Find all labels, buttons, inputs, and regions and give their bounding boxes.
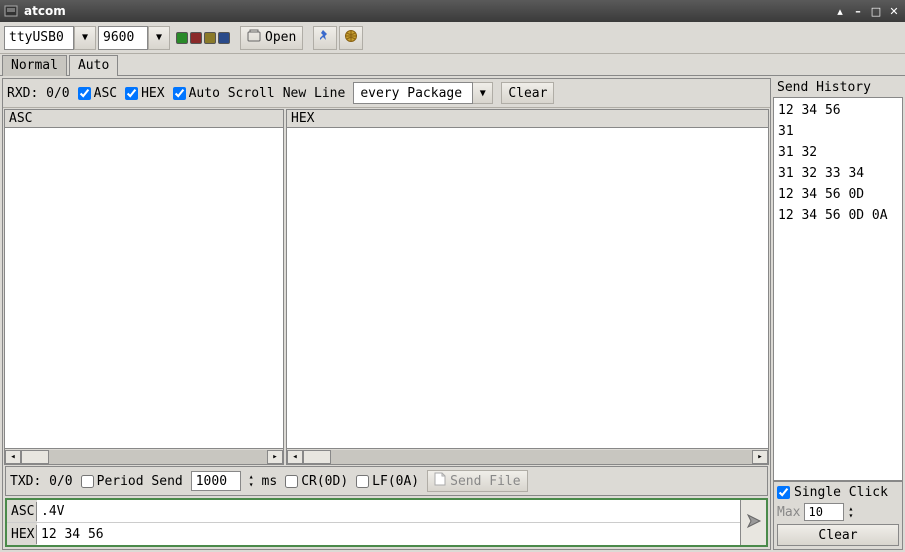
period-ms-input[interactable] [191, 471, 241, 491]
led-green [176, 32, 188, 44]
led-blue [218, 32, 230, 44]
app-icon [4, 4, 18, 18]
clear-history-button[interactable]: Clear [777, 524, 899, 546]
max-label: Max [777, 505, 800, 520]
history-item[interactable]: 31 [776, 121, 900, 142]
txd-counter: TXD: 0/0 [10, 474, 73, 489]
tab-bar: Normal Auto [0, 54, 905, 76]
history-item[interactable]: 12 34 56 0D 0A [776, 205, 900, 226]
send-hex-label: HEX [7, 525, 37, 544]
port-combo[interactable]: ▼ [4, 26, 96, 50]
single-click-checkbox[interactable]: Single Click [777, 485, 899, 500]
hex-checkbox-label: HEX [141, 86, 164, 101]
led-red [190, 32, 202, 44]
spinner-down-icon[interactable]: ▾ [249, 481, 254, 489]
newline-select[interactable]: every Package ▼ [353, 82, 493, 104]
close-button[interactable]: ✕ [887, 4, 901, 18]
single-click-label: Single Click [794, 485, 888, 500]
tx-options-row: TXD: 0/0 Period Send ▴ ▾ ms CR(0D) LF(0A… [5, 466, 768, 496]
history-item[interactable]: 12 34 56 0D [776, 184, 900, 205]
led-yellow [204, 32, 216, 44]
baud-input[interactable] [98, 26, 148, 50]
scroll-left-icon[interactable]: ◂ [5, 450, 21, 464]
baud-combo[interactable]: ▼ [98, 26, 170, 50]
scroll-right-icon[interactable]: ▸ [267, 450, 283, 464]
send-area: ASC HEX [5, 498, 768, 547]
scroll-thumb[interactable] [303, 450, 331, 464]
asc-pane: ASC ◂ ▸ [4, 109, 284, 465]
max-input[interactable] [804, 503, 844, 521]
spinner-down-icon[interactable]: ▾ [848, 512, 853, 519]
send-history-header: Send History [773, 78, 903, 97]
tab-normal[interactable]: Normal [2, 55, 67, 76]
open-label: Open [265, 30, 296, 45]
send-file-button[interactable]: Send File [427, 470, 527, 492]
minimize-button[interactable]: – [851, 4, 865, 18]
hex-pane-body[interactable] [287, 128, 768, 448]
scroll-left-icon[interactable]: ◂ [287, 450, 303, 464]
newline-select-value: every Package [353, 82, 473, 104]
history-item[interactable]: 12 34 56 [776, 100, 900, 121]
main-toolbar: ▼ ▼ Open [0, 22, 905, 54]
clear-rx-label: Clear [508, 86, 547, 101]
send-history-list[interactable]: 12 34 563131 3231 32 33 3412 34 56 0D12 … [773, 97, 903, 481]
new-line-label: New Line [283, 86, 346, 101]
scroll-thumb[interactable] [21, 450, 49, 464]
lf-checkbox[interactable]: LF(0A) [356, 474, 419, 489]
period-send-label: Period Send [97, 474, 183, 489]
send-file-label: Send File [450, 474, 520, 489]
clear-rx-button[interactable]: Clear [501, 82, 554, 104]
pin-icon [318, 29, 332, 47]
baud-dropdown-arrow[interactable]: ▼ [148, 26, 170, 50]
auto-scroll-label: Auto Scroll [189, 86, 275, 101]
tab-auto-label: Auto [78, 58, 109, 73]
asc-pane-body[interactable] [5, 128, 283, 448]
lf-label: LF(0A) [372, 474, 419, 489]
globe-button[interactable] [339, 26, 363, 50]
asc-checkbox[interactable]: ASC [78, 86, 117, 101]
asc-checkbox-label: ASC [94, 86, 117, 101]
hex-pane: HEX ◂ ▸ [286, 109, 769, 465]
send-button[interactable] [740, 500, 766, 545]
tab-auto[interactable]: Auto [69, 55, 118, 76]
history-item[interactable]: 31 32 [776, 142, 900, 163]
period-send-checkbox[interactable]: Period Send [81, 474, 183, 489]
send-icon [746, 513, 762, 533]
open-button[interactable]: Open [240, 26, 303, 50]
window-titlebar: atcom ▴ – □ ✕ [0, 0, 905, 22]
asc-scrollbar[interactable]: ◂ ▸ [5, 448, 283, 464]
newline-select-arrow[interactable]: ▼ [473, 82, 493, 104]
auto-scroll-checkbox[interactable]: Auto Scroll [173, 86, 275, 101]
cr-label: CR(0D) [301, 474, 348, 489]
scroll-right-icon[interactable]: ▸ [752, 450, 768, 464]
asc-pane-header: ASC [5, 110, 283, 128]
port-input[interactable] [4, 26, 74, 50]
hex-pane-header: HEX [287, 110, 768, 128]
file-icon [434, 472, 446, 490]
send-asc-label: ASC [7, 502, 37, 521]
rollup-button[interactable]: ▴ [833, 4, 847, 18]
cr-checkbox[interactable]: CR(0D) [285, 474, 348, 489]
rx-options-row: RXD: 0/0 ASC HEX Auto Scroll New Line ev… [3, 79, 770, 108]
history-item[interactable]: 31 32 33 34 [776, 163, 900, 184]
pin-button[interactable] [313, 26, 337, 50]
rxd-counter: RXD: 0/0 [7, 86, 70, 101]
window-title: atcom [24, 4, 66, 18]
maximize-button[interactable]: □ [869, 4, 883, 18]
tab-normal-label: Normal [11, 58, 58, 73]
ms-label: ms [262, 474, 278, 489]
send-hex-input[interactable] [37, 523, 740, 545]
open-icon [247, 29, 261, 47]
clear-history-label: Clear [818, 528, 857, 543]
hex-checkbox[interactable]: HEX [125, 86, 164, 101]
status-leds [176, 32, 230, 44]
port-dropdown-arrow[interactable]: ▼ [74, 26, 96, 50]
globe-icon [344, 29, 358, 47]
send-asc-input[interactable] [37, 500, 740, 522]
hex-scrollbar[interactable]: ◂ ▸ [287, 448, 768, 464]
